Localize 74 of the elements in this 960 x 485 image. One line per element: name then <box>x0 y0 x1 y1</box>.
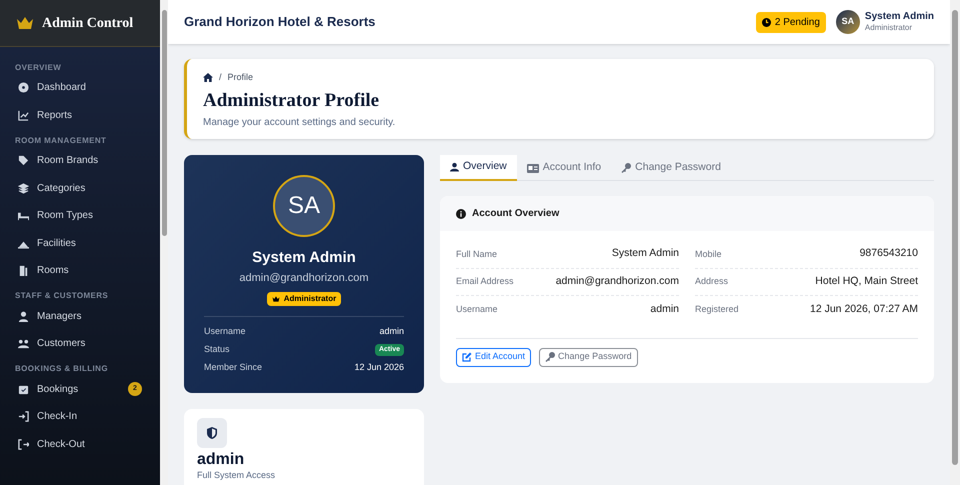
tab[interactable]: Change Password <box>611 155 731 181</box>
card-title: Account Overview <box>472 207 560 221</box>
field-label: Email Address <box>456 275 514 288</box>
id-card-icon <box>526 164 539 172</box>
field-label: Full Name <box>456 248 498 260</box>
avatar[interactable]: SA <box>836 10 860 34</box>
detail-value: 12 Jun 2026 <box>354 361 404 374</box>
key-icon <box>545 352 556 362</box>
nav-item[interactable]: Room Brands <box>4 147 156 174</box>
action-button[interactable]: Edit Account <box>456 348 532 366</box>
field-value: admin <box>650 302 679 317</box>
sign-in-icon <box>18 411 29 422</box>
calendar-icon <box>18 384 29 395</box>
breadcrumb-separator: / <box>219 71 222 84</box>
access-username: admin <box>197 450 246 470</box>
sign-out-icon <box>18 438 29 450</box>
bed-icon <box>18 210 29 222</box>
nav-item[interactable]: Managers <box>4 302 156 330</box>
info-icon <box>456 208 466 218</box>
hotel-name: Grand Horizon Hotel & Resorts <box>184 13 376 32</box>
crown-icon <box>272 296 280 302</box>
field-label: Mobile <box>695 248 722 260</box>
field-value: Hotel HQ, Main Street <box>815 274 918 289</box>
section-label: STAFF & CUSTOMERS <box>14 290 110 302</box>
nav-item[interactable]: Customers <box>4 330 156 358</box>
field-value: System Admin <box>612 246 679 262</box>
page-title: Administrator Profile <box>203 88 380 112</box>
breadcrumb-item[interactable]: Profile <box>228 71 254 84</box>
user-name: System Admin <box>864 10 934 24</box>
nav-item[interactable]: Check-Out <box>4 430 156 458</box>
brand-name: Admin Control <box>42 14 134 32</box>
section-label: OVERVIEW <box>14 62 62 74</box>
clock-icon <box>762 18 771 26</box>
profile-name: System Admin <box>252 248 356 268</box>
field-value: admin@grandhorizon.com <box>556 274 679 289</box>
line-chart-icon <box>18 110 29 121</box>
nav-item[interactable]: Check-In <box>4 403 156 430</box>
key-icon <box>621 163 632 173</box>
nav-item[interactable]: Reports <box>4 102 156 129</box>
role-badge: Administrator <box>266 292 342 306</box>
nav-item[interactable]: Room Types <box>4 202 156 230</box>
home-icon[interactable] <box>203 73 213 82</box>
crown-icon <box>16 16 34 30</box>
section-label: BOOKINGS & BILLING <box>14 363 109 375</box>
edit-icon <box>462 352 472 362</box>
tag-icon <box>18 155 29 166</box>
detail-value: admin <box>379 325 404 338</box>
action-button[interactable]: Change Password <box>539 348 638 366</box>
user-icon <box>450 162 459 172</box>
pending-badge[interactable]: 2 Pending <box>756 12 826 32</box>
layers-icon <box>18 182 29 194</box>
field-value: 12 Jun 2026, 07:27 AM <box>810 302 918 317</box>
tab[interactable]: Account Info <box>516 155 612 181</box>
field-label: Registered <box>695 303 739 316</box>
field-label: Username <box>456 303 498 316</box>
tab[interactable]: Overview <box>440 155 517 181</box>
nav-item[interactable]: Facilities <box>4 230 156 257</box>
nav-item[interactable]: Dashboard <box>4 74 156 102</box>
users-icon <box>18 338 29 350</box>
access-level: Full System Access <box>197 470 276 481</box>
shield-icon <box>207 427 217 439</box>
detail-label: Member Since <box>204 361 262 374</box>
detail-label: Status <box>204 343 230 356</box>
profile-email: admin@grandhorizon.com <box>239 270 369 286</box>
field-value: 9876543210 <box>860 246 918 262</box>
field-label: Address <box>695 275 728 288</box>
user-role: Administrator <box>864 23 914 34</box>
section-label: ROOM MANAGEMENT <box>14 134 108 146</box>
avatar: SA <box>273 175 335 237</box>
detail-label: Username <box>204 325 246 338</box>
nav-item[interactable]: Rooms <box>4 257 156 284</box>
page-subtitle: Manage your account settings and security. <box>203 116 396 130</box>
nav-item[interactable]: Categories <box>4 174 156 202</box>
user-icon <box>18 310 29 322</box>
